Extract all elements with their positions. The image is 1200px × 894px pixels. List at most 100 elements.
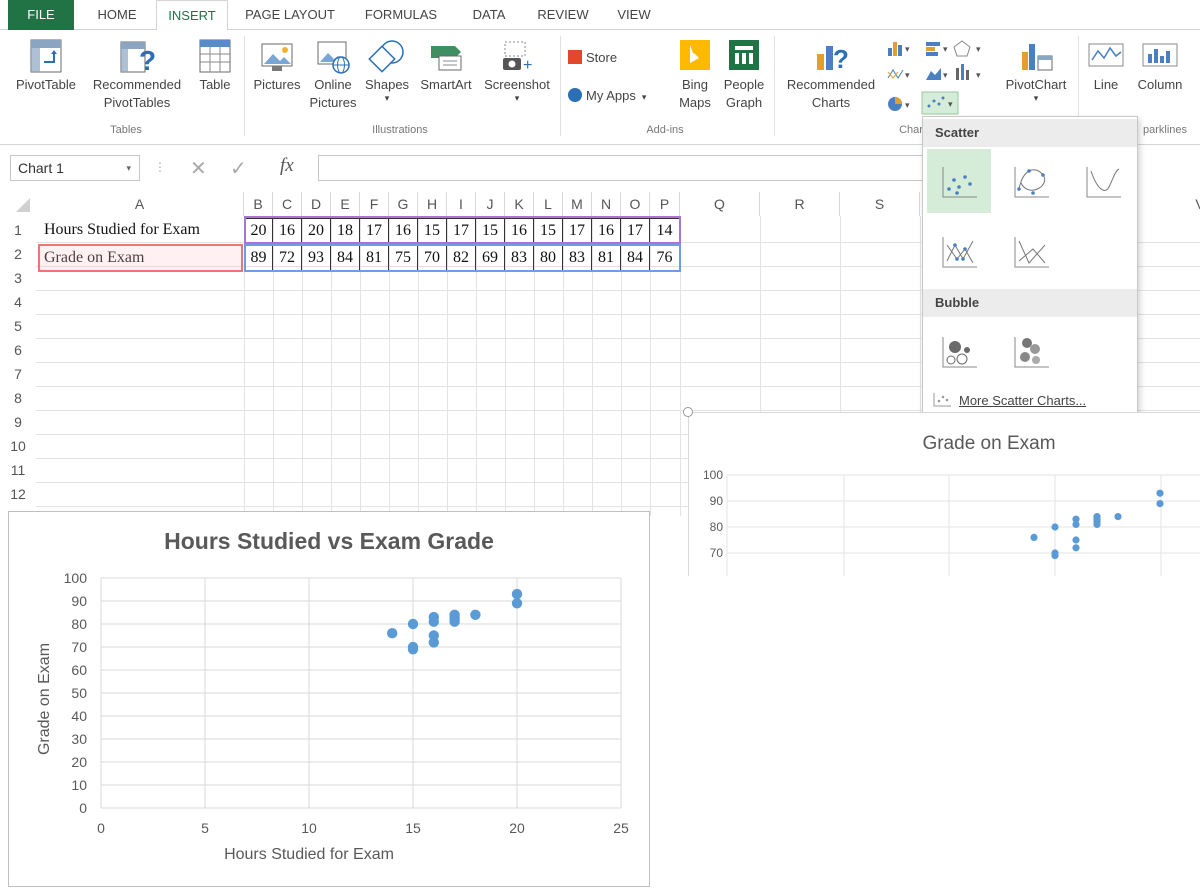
online-pictures-button[interactable]: Online Pictures [306, 38, 360, 112]
column-header-p[interactable]: P [650, 192, 680, 216]
online-pictures-label-1: Online [314, 77, 352, 92]
store-button[interactable]: Store [568, 48, 648, 68]
column-header-a[interactable]: A [36, 192, 244, 216]
scatter-straight-markers-option[interactable] [927, 219, 991, 283]
row-header-9[interactable]: 9 [0, 410, 36, 434]
column-header-c[interactable]: C [273, 192, 302, 216]
bing-maps-button[interactable]: Bing Maps [674, 38, 716, 112]
row-header-1[interactable]: 1 [0, 218, 36, 242]
scatter-option[interactable] [927, 149, 991, 213]
column-header-m[interactable]: M [563, 192, 592, 216]
data-point [1072, 544, 1080, 552]
group-label-sparklines: parklines [1142, 124, 1188, 136]
column-header-d[interactable]: D [302, 192, 331, 216]
row-header-8[interactable]: 8 [0, 386, 36, 410]
column-header-s[interactable]: S [840, 192, 920, 216]
bubble-3d-option[interactable] [999, 319, 1063, 383]
select-all-corner[interactable] [0, 192, 36, 216]
row-header-7[interactable]: 7 [0, 362, 36, 386]
table-button[interactable]: Table [192, 38, 238, 94]
data-point [387, 628, 398, 639]
recommended-pivottables-button[interactable]: ? Recommended PivotTables [86, 38, 188, 112]
stock-chart-icon[interactable]: ▾ [956, 64, 981, 80]
column-header-n[interactable]: N [592, 192, 621, 216]
row-header-3[interactable]: 3 [0, 266, 36, 290]
tab-review[interactable]: REVIEW [526, 0, 600, 30]
row-header-12[interactable]: 12 [0, 482, 36, 506]
tab-view[interactable]: VIEW [606, 0, 662, 30]
column-header-h[interactable]: H [418, 192, 447, 216]
column-header-v[interactable]: V [1190, 192, 1200, 216]
y-tick-label: 50 [71, 685, 87, 701]
column-header-b[interactable]: B [244, 192, 273, 216]
area-chart-icon[interactable]: ▾ [926, 68, 948, 80]
my-apps-button[interactable]: My Apps ▾ [568, 86, 668, 106]
row-header-2[interactable]: 2 [0, 242, 36, 266]
scatter-straight-lines-option[interactable] [999, 219, 1063, 283]
tab-file[interactable]: FILE [8, 0, 74, 30]
data-point [470, 609, 481, 620]
tab-data[interactable]: DATA [460, 0, 518, 30]
smartart-button[interactable]: SmartArt [414, 38, 478, 94]
radar-chart-icon[interactable]: ▾ [953, 40, 981, 57]
recommended-charts-button[interactable]: ? Recommended Charts [778, 38, 884, 112]
x-tick-label: 10 [301, 820, 317, 836]
formula-input[interactable] [318, 155, 938, 181]
name-box[interactable]: Chart 1 ▾ [10, 155, 140, 181]
column-header-e[interactable]: E [331, 192, 360, 216]
pivotchart-icon [1022, 44, 1053, 71]
hierarchy-chart-icon[interactable]: ▾ [887, 69, 910, 80]
scatter-chart-icon-active[interactable]: ▾ [921, 91, 959, 115]
column-header-o[interactable]: O [621, 192, 650, 216]
pivot-table-button[interactable]: PivotTable [8, 38, 84, 94]
column-header-j[interactable]: J [476, 192, 505, 216]
column-header-k[interactable]: K [505, 192, 534, 216]
column-header-g[interactable]: G [389, 192, 418, 216]
row-header-5[interactable]: 5 [0, 314, 36, 338]
svg-text:▾: ▾ [905, 70, 910, 80]
cell-a1[interactable]: Hours Studied for Exam [40, 218, 240, 242]
shapes-button[interactable]: Shapes ▾ [360, 38, 414, 103]
chart-resize-handle[interactable] [683, 407, 693, 417]
x-tick-label: 5 [201, 820, 209, 836]
pie-chart-icon[interactable]: ▾ [888, 97, 910, 111]
chart-hours-vs-grade[interactable]: Hours Studied vs Exam Grade 0 10 20 30 40 50 60… [8, 511, 650, 887]
name-box-dropdown-icon[interactable]: ▾ [126, 156, 131, 180]
cancel-formula-icon[interactable]: ✕ [190, 156, 207, 181]
sparkline-column-button[interactable]: Column [1130, 38, 1190, 94]
screenshot-dropdown-arrow-icon: ▾ [514, 93, 520, 103]
tab-home[interactable]: HOME [84, 0, 150, 30]
enter-formula-icon[interactable]: ✓ [230, 156, 247, 181]
row-header-6[interactable]: 6 [0, 338, 36, 362]
column-chart-icon[interactable]: ▾ [888, 42, 910, 56]
scatter-smooth-lines-option[interactable] [1071, 149, 1135, 213]
column-header-q[interactable]: Q [680, 192, 760, 216]
bubble-option[interactable] [927, 319, 991, 383]
tab-insert[interactable]: INSERT [156, 0, 228, 31]
column-header-l[interactable]: L [534, 192, 563, 216]
tab-formulas[interactable]: FORMULAS [354, 0, 448, 30]
column-header-f[interactable]: F [360, 192, 389, 216]
row-header-10[interactable]: 10 [0, 434, 36, 458]
bar-chart-icon[interactable]: ▾ [926, 42, 948, 56]
sparkline-line-button[interactable]: Line [1084, 38, 1128, 94]
scatter-smooth-markers-option[interactable] [999, 149, 1063, 213]
column-header-i[interactable]: I [447, 192, 476, 216]
data-point [407, 618, 419, 630]
screenshot-button[interactable]: + Screenshot ▾ [478, 38, 556, 103]
chart-grade-on-exam[interactable]: Grade on Exam 70 80 90 100 [688, 412, 1200, 576]
svg-text:▾: ▾ [905, 44, 910, 54]
row-header-11[interactable]: 11 [0, 458, 36, 482]
insert-function-icon[interactable]: fx [280, 155, 294, 177]
data-point [428, 616, 439, 627]
column-header-r[interactable]: R [760, 192, 840, 216]
pictures-button[interactable]: Pictures [248, 38, 306, 94]
row-header-4[interactable]: 4 [0, 290, 36, 314]
more-scatter-charts-link[interactable]: More Scatter Charts... [931, 391, 1086, 409]
tab-page-layout[interactable]: PAGE LAYOUT [236, 0, 344, 30]
my-apps-label: My Apps [586, 88, 636, 103]
pivotchart-button[interactable]: PivotChart ▾ [998, 38, 1074, 103]
scatter-section-header: Scatter [923, 119, 1137, 147]
smartart-label: SmartArt [420, 77, 472, 92]
people-graph-button[interactable]: People Graph [718, 38, 770, 112]
